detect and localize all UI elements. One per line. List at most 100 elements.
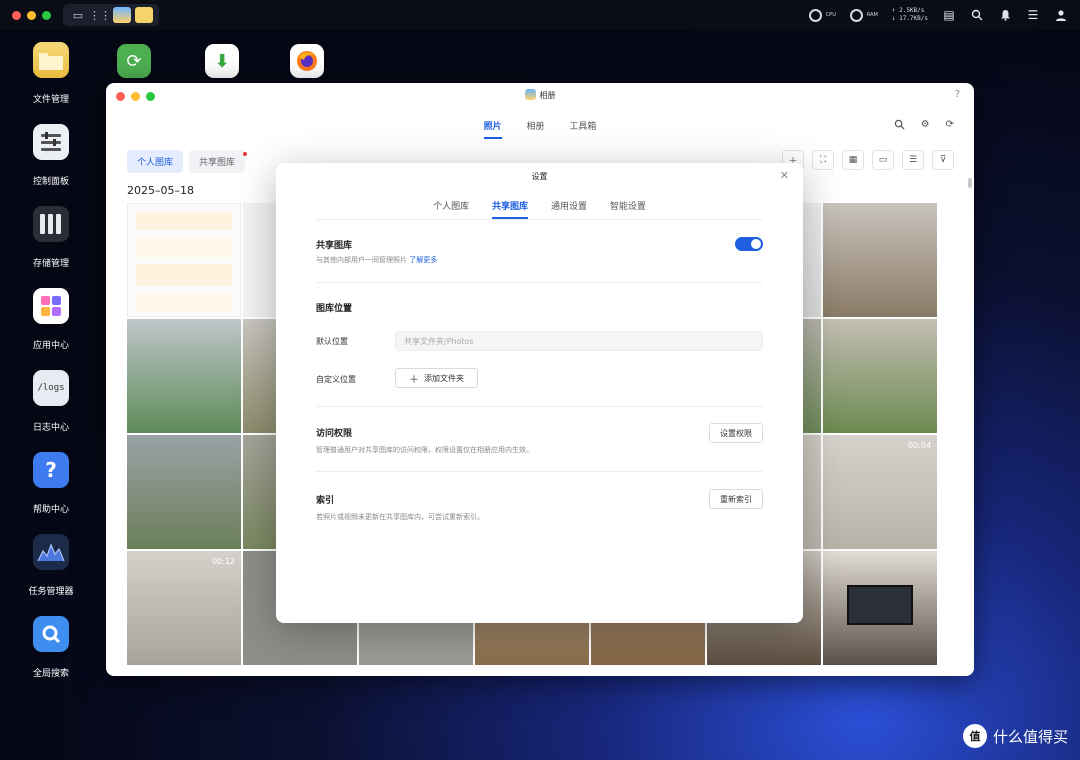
photos-app-icon[interactable]: [113, 7, 131, 23]
desktop-icon-control-panel[interactable]: 控制面板: [20, 124, 82, 206]
scrollbar[interactable]: [968, 178, 972, 188]
settings-sliders-icon[interactable]: ☰: [1026, 8, 1040, 22]
desktop-icon-label: 任务管理器: [28, 587, 74, 597]
photo-thumbnail[interactable]: [127, 435, 241, 549]
add-folder-label: 添加文件夹: [424, 373, 464, 383]
desktop-icon-label: 帮助中心: [32, 505, 69, 515]
storage-icon: [33, 206, 69, 242]
shared-library-toggle[interactable]: [735, 237, 763, 251]
task-manager-icon: [33, 534, 69, 570]
reindex-button[interactable]: 重新索引: [709, 489, 763, 509]
set-permission-button[interactable]: 设置权限: [709, 423, 763, 443]
desktop-icon-storage[interactable]: 存储管理: [20, 206, 82, 288]
settings-dialog: 设置 ✕ 个人图库 共享图库 通用设置 智能设置 共享图库 与其他内部用户一同管…: [276, 163, 803, 623]
ram-label: RAM: [866, 12, 878, 18]
close-icon[interactable]: ✕: [780, 169, 789, 182]
library-tab-shared[interactable]: 共享图库: [189, 150, 248, 173]
photo-thumbnail[interactable]: [823, 203, 937, 317]
access-heading: 访问权限: [316, 429, 353, 439]
settings-tabs: 个人图库 共享图库 通用设置 智能设置: [276, 199, 803, 219]
cpu-label: CPU: [825, 12, 836, 18]
desktop-icon-label: 日志中心: [32, 423, 69, 433]
net-download: ↓ 17.7KB/s: [891, 15, 928, 22]
user-icon[interactable]: [1054, 8, 1068, 22]
divider: [316, 406, 763, 407]
tab-albums[interactable]: 相册: [526, 119, 544, 137]
file-manager-taskbar-icon[interactable]: [135, 7, 153, 23]
window-title: 相册: [106, 89, 974, 101]
window-controls: [12, 10, 51, 20]
desktop-icon-label: 全局搜索: [32, 669, 69, 679]
desktop-icon-app-center[interactable]: 应用中心: [20, 288, 82, 370]
add-icon: ＋: [409, 374, 419, 386]
ram-meter[interactable]: RAM: [849, 8, 878, 22]
gallery-toolbar: ＋ ⛶ ▦ ▭ ☰ ⊽: [782, 150, 954, 170]
photo-thumbnail[interactable]: [127, 203, 241, 317]
filter-icon[interactable]: ⊽: [932, 150, 954, 170]
desktop-icon-label: 文件管理: [32, 95, 69, 105]
tab-toolbox[interactable]: 工具箱: [569, 119, 596, 137]
desktop-icon-file-manager[interactable]: 文件管理: [20, 42, 82, 124]
app-center-icon: [33, 288, 69, 324]
cpu-meter[interactable]: CPU: [808, 8, 836, 22]
tab-shared-library[interactable]: 共享图库: [492, 199, 529, 219]
tab-personal-library[interactable]: 个人图库: [433, 199, 469, 217]
divider: [316, 282, 763, 283]
desktop-icons: 文件管理 控制面板 存储管理 应用中心 /logs 日志中心 ? 帮助中心 任务…: [20, 42, 82, 698]
index-desc: 若照片或视频未更新在共享图库内，可尝试重新索引。: [316, 513, 484, 521]
video-thumbnail[interactable]: 00:04: [823, 435, 937, 549]
add-folder-button[interactable]: ＋ 添加文件夹: [395, 368, 478, 388]
desktop-icon-label: 应用中心: [32, 341, 69, 351]
minimize-button[interactable]: [27, 10, 36, 20]
download-app-shortcut[interactable]: ⬇: [205, 44, 239, 78]
tab-general-settings[interactable]: 通用设置: [551, 199, 587, 217]
firefox-icon: [290, 44, 324, 78]
close-button[interactable]: [12, 10, 21, 20]
shared-library-heading: 共享图库: [316, 241, 353, 251]
notes-icon[interactable]: ▤: [942, 8, 956, 22]
desktop-icon[interactable]: ▭: [69, 7, 87, 23]
ram-gauge-icon: [849, 8, 863, 22]
shared-library-desc-text: 与其他内部用户一同管理照片: [316, 256, 407, 264]
help-icon: ?: [33, 452, 69, 488]
desktop-icon-logs[interactable]: /logs 日志中心: [20, 370, 82, 452]
watermark-logo-icon: 值: [962, 724, 987, 748]
video-thumbnail[interactable]: 00:12: [127, 551, 241, 665]
sync-app-shortcut[interactable]: ⟳: [117, 44, 151, 78]
grid-view-icon[interactable]: ▦: [842, 150, 864, 170]
tab-smart-settings[interactable]: 智能设置: [610, 199, 646, 217]
sync-icon: ⟳: [117, 44, 151, 78]
desktop-icon-label: 控制面板: [32, 177, 69, 187]
app-grid-icon[interactable]: ⋮⋮: [89, 7, 111, 23]
window-titlebar[interactable]: 相册 ?: [106, 83, 974, 109]
video-duration: 00:04: [907, 441, 931, 450]
photo-thumbnail[interactable]: [823, 551, 937, 665]
window-title-text: 相册: [539, 91, 556, 100]
network-speed[interactable]: ↑ 2.5KB/s ↓ 17.7KB/s: [892, 7, 928, 23]
desktop-icon-label: 存储管理: [32, 259, 69, 269]
photos-app-icon: [524, 89, 536, 100]
divider: [316, 471, 763, 472]
folder-view-icon[interactable]: ▭: [872, 150, 894, 170]
firefox-app-shortcut[interactable]: [290, 44, 324, 78]
learn-more-link[interactable]: 了解更多: [409, 256, 437, 264]
photo-thumbnail[interactable]: [127, 319, 241, 433]
desktop-icon-global-search[interactable]: 全局搜索: [20, 616, 82, 698]
refresh-icon[interactable]: ⟳: [946, 119, 954, 133]
library-tab-personal[interactable]: 个人图库: [127, 150, 184, 173]
help-button[interactable]: ?: [955, 89, 960, 100]
scan-icon[interactable]: ⛶: [812, 150, 834, 170]
photo-thumbnail[interactable]: [823, 319, 937, 433]
main-tabs: 照片 相册 工具箱: [106, 119, 974, 139]
default-location-label: 默认位置: [316, 337, 348, 346]
list-view-icon[interactable]: ☰: [902, 150, 924, 170]
desktop-icon-help[interactable]: ? 帮助中心: [20, 452, 82, 534]
tab-photos[interactable]: 照片: [483, 119, 502, 139]
search-icon[interactable]: [894, 119, 905, 133]
desktop-icon-task-manager[interactable]: 任务管理器: [20, 534, 82, 616]
bell-icon[interactable]: [998, 8, 1012, 22]
gear-icon[interactable]: ⚙: [921, 119, 930, 133]
shared-library-desc: 与其他内部用户一同管理照片 了解更多: [316, 255, 437, 265]
maximize-button[interactable]: [42, 10, 51, 20]
search-icon[interactable]: [970, 8, 984, 22]
